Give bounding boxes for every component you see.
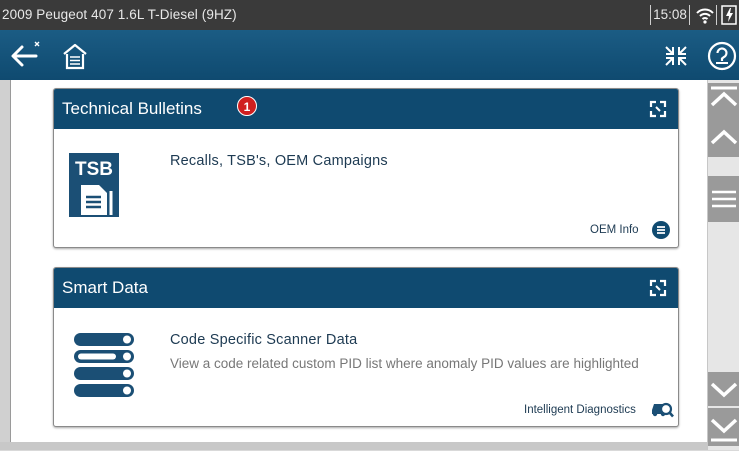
item-title[interactable]: Recalls, TSB's, OEM Campaigns [170, 153, 388, 169]
card-title: Technical Bulletins [62, 99, 202, 118]
car-search-icon[interactable] [650, 397, 674, 419]
notification-badge: 1 [237, 96, 257, 116]
technical-bulletins-card[interactable]: Technical Bulletins 1 TSB Recalls, TSB's… [53, 88, 679, 248]
back-icon[interactable] [8, 39, 42, 73]
vehicle-title: 2009 Peugeot 407 1.6L T-Diesel (9HZ) [2, 7, 237, 22]
smart-data-card[interactable]: Smart Data Code Specific Scanner Data Vi… [53, 267, 679, 427]
scroll-thumb-icon[interactable] [708, 176, 739, 222]
tsb-document-icon: TSB [67, 151, 123, 219]
card-title: Smart Data [62, 278, 148, 297]
intelligent-diagnostics-link[interactable]: Intelligent Diagnostics [524, 404, 636, 416]
scrollbar[interactable] [707, 80, 739, 450]
data-list-icon [72, 331, 142, 399]
oem-info-link[interactable]: OEM Info [590, 224, 639, 236]
wifi-icon [694, 5, 717, 25]
card-header: Smart Data [54, 268, 678, 308]
app-window: 2009 Peugeot 407 1.6L T-Diesel (9HZ) 15:… [0, 0, 739, 450]
battery-icon [720, 5, 739, 25]
item-title[interactable]: Code Specific Scanner Data [170, 332, 357, 348]
scroll-bottom-icon[interactable] [708, 408, 739, 446]
toolbar [0, 30, 739, 80]
scroll-up-icon[interactable] [708, 123, 739, 157]
scroll-down-icon[interactable] [708, 372, 739, 406]
card-header: Technical Bulletins 1 [54, 89, 678, 129]
scroll-top-icon[interactable] [708, 83, 739, 123]
clock: 15:08 [650, 5, 690, 25]
list-circle-icon[interactable] [651, 220, 671, 240]
expand-icon[interactable] [648, 278, 668, 298]
collapse-icon[interactable] [659, 39, 693, 73]
bottom-edge [0, 442, 707, 450]
main-content: Technical Bulletins 1 TSB Recalls, TSB's… [11, 80, 707, 442]
status-bar: 2009 Peugeot 407 1.6L T-Diesel (9HZ) 15:… [0, 0, 739, 30]
help-icon[interactable] [705, 39, 739, 73]
left-edge [0, 80, 11, 450]
svg-text:TSB: TSB [75, 159, 113, 180]
item-description: View a code related custom PID list wher… [170, 356, 639, 371]
expand-icon[interactable] [648, 99, 668, 119]
home-icon[interactable] [58, 39, 92, 73]
